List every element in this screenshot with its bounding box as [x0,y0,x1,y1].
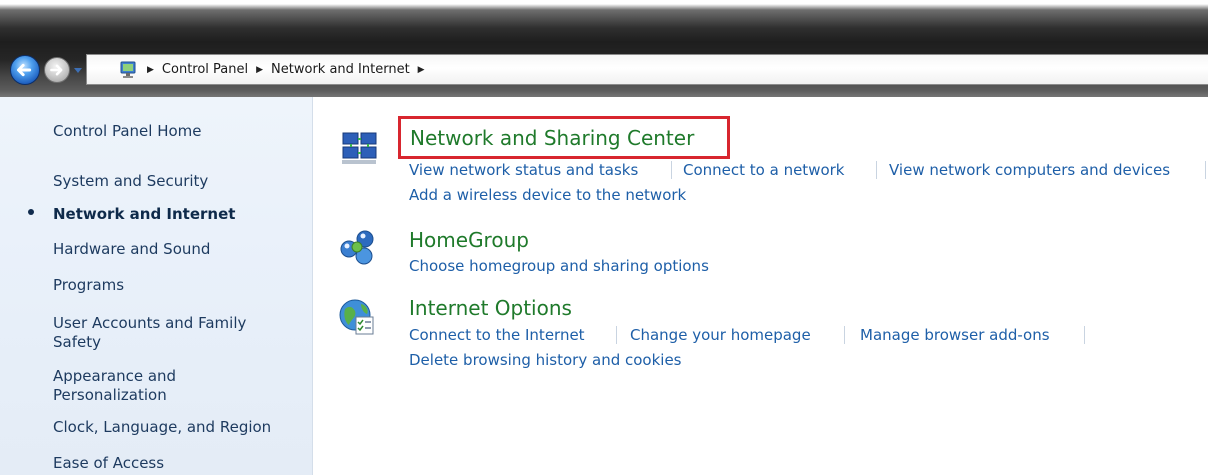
link-view-network-computers[interactable]: View network computers and devices [889,161,1170,179]
link-divider [844,326,845,344]
back-button[interactable] [10,55,40,85]
address-bar[interactable]: ▶ Control Panel ▶ Network and Internet ▶ [86,54,1208,85]
sidebar-item-ease-of-access[interactable]: Ease of Access [53,454,298,473]
internet-options-icon[interactable] [337,295,379,337]
link-manage-browser-addons[interactable]: Manage browser add-ons [860,326,1050,344]
highlight-box [398,116,730,159]
control-panel-icon [120,61,136,78]
sidebar-item-system-and-security[interactable]: System and Security [53,172,298,191]
dropdown-arrow-icon [74,68,82,73]
link-connect-to-network[interactable]: Connect to a network [683,161,845,179]
recent-pages-button[interactable] [72,62,84,76]
network-and-sharing-icon[interactable] [339,127,381,169]
link-divider [1205,161,1206,179]
sidebar-item-network-and-internet[interactable]: Network and Internet [53,205,298,224]
sidebar-item-clock-language-region[interactable]: Clock, Language, and Region [53,418,298,437]
link-divider [1084,326,1085,344]
homegroup-icon[interactable] [337,225,379,267]
link-divider [876,161,877,179]
back-arrow-icon [16,63,32,77]
link-choose-homegroup-options[interactable]: Choose homegroup and sharing options [409,257,709,275]
sidebar-item-programs[interactable]: Programs [53,276,298,295]
link-connect-to-internet[interactable]: Connect to the Internet [409,326,585,344]
link-add-wireless-device[interactable]: Add a wireless device to the network [409,186,686,204]
forward-arrow-icon [50,64,63,76]
internet-options-link[interactable]: Internet Options [409,296,572,320]
current-item-bullet [28,209,34,215]
link-divider [671,161,672,179]
link-change-homepage[interactable]: Change your homepage [630,326,811,344]
link-view-network-status[interactable]: View network status and tasks [409,161,638,179]
link-divider [616,326,617,344]
sidebar: Control Panel Home System and Security N… [0,97,313,475]
breadcrumb-arrow-icon[interactable]: ▶ [147,65,154,75]
sidebar-item-appearance[interactable]: Appearance and Personalization [53,367,213,405]
window-header: ▶ Control Panel ▶ Network and Internet ▶ [0,0,1208,97]
sidebar-item-control-panel-home[interactable]: Control Panel Home [53,122,298,141]
homegroup-link[interactable]: HomeGroup [409,228,529,252]
breadcrumb-arrow-icon[interactable]: ▶ [418,65,425,75]
breadcrumb-arrow-icon[interactable]: ▶ [256,65,263,75]
breadcrumb-network-and-internet[interactable]: Network and Internet [271,62,410,77]
breadcrumb-control-panel[interactable]: Control Panel [162,62,248,77]
forward-button[interactable] [44,57,70,83]
link-delete-browsing-history[interactable]: Delete browsing history and cookies [409,351,681,369]
sidebar-item-user-accounts[interactable]: User Accounts and Family Safety [53,314,268,352]
sidebar-item-hardware-and-sound[interactable]: Hardware and Sound [53,240,298,259]
